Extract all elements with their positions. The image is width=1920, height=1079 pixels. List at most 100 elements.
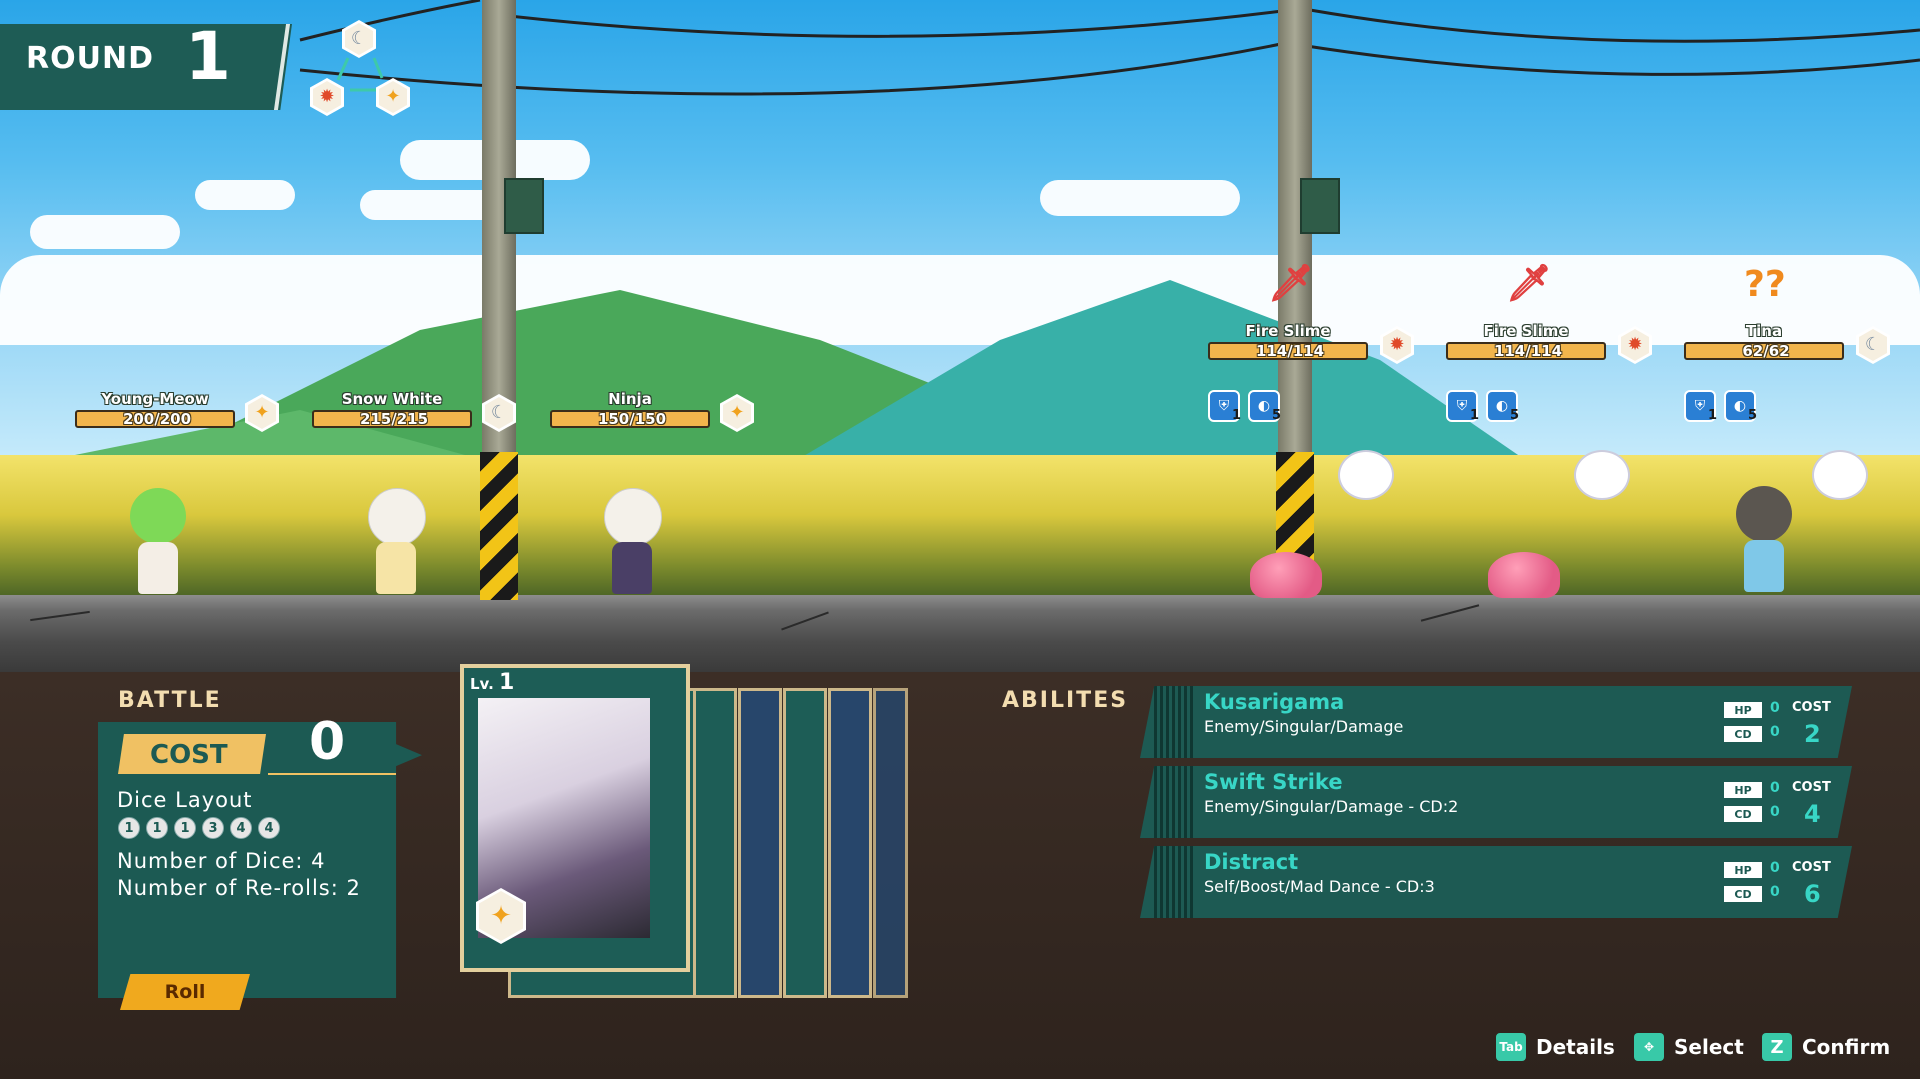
hint-label: Confirm [1802,1035,1891,1059]
cost-value: 6 [1804,880,1821,908]
hp-text: 150/150 [597,410,667,428]
hint-label: Details [1536,1035,1615,1059]
z-key-icon: Z [1762,1033,1792,1061]
cloud [1040,180,1240,216]
sword-icon: 🗡 [1506,263,1552,304]
enemy-sprite-fire-slime-2[interactable] [1488,552,1560,598]
cloud [360,190,500,220]
hint-select[interactable]: ✥ Select [1634,1033,1744,1061]
road [0,595,1920,672]
wheat-field [0,455,1920,605]
ability-kusarigama[interactable]: Kusarigama Enemy/Singular/Damage HP 0 CD… [1140,686,1852,758]
cost-label: COST [150,740,228,770]
hazard-stripes [480,452,518,600]
ability-description: Enemy/Singular/Damage - CD:2 [1204,797,1459,816]
die: 1 [146,817,168,839]
cd-value: 0 [1770,804,1780,820]
hp-value: 0 [1770,860,1780,876]
hp-bar: 200/200 [75,410,235,428]
ability-name: Distract [1204,850,1299,874]
ally-sprite-young-meow[interactable] [128,488,188,600]
tab-key-icon: Tab [1496,1033,1526,1061]
hp-tag: HP [1724,702,1762,718]
hp-value: 0 [1770,700,1780,716]
dice-layout: 1 1 1 3 4 4 [118,817,280,839]
sprite-head [604,488,662,546]
target-thought-bubble [1574,450,1630,500]
sun-icon: ✹ [1383,329,1411,361]
status-count: 5 [1510,408,1520,423]
level-value: 1 [499,670,515,695]
cost-label: COST [1792,780,1831,795]
card-level: Lv. 1 [470,670,514,695]
dpad-icon: ✥ [1634,1033,1664,1061]
card[interactable] [873,688,908,998]
enemy-status-fire-slime-1: 🗡 Fire Slime 114/114 ✹ ⛨ 1 ◐ 5 [1208,262,1428,423]
sprite-head [130,488,186,544]
shield-icon: ⛨ [1694,398,1706,414]
ability-pattern [1154,686,1194,758]
card[interactable] [693,688,737,998]
status-count: 1 [1470,408,1480,423]
cd-tag: CD [1724,806,1762,822]
round-label: ROUND [26,41,154,76]
ally-status-ninja: Ninja 150/150 ✦ [550,390,754,450]
hint-label: Select [1674,1035,1744,1059]
hazard-stripes [1276,452,1314,562]
guard-icon: ◐ [1733,398,1747,414]
status-count: 1 [1232,408,1242,423]
cost-label: COST [1792,860,1831,875]
unit-name: Fire Slime [1483,322,1569,340]
status-count: 5 [1748,408,1758,423]
cd-value: 0 [1770,884,1780,900]
star-icon: ✦ [248,397,276,429]
battle-scene: ROUND 1 ☾ ✹ ✦ Young-Meow 200/200 ✦ Snow … [0,0,1920,672]
round-number: 1 [185,18,231,95]
hp-bar: 62/62 [1684,342,1844,360]
element-badge: ☾ [1856,326,1890,364]
enemy-sprite-tina[interactable] [1730,486,1800,600]
hp-text: 114/114 [1255,342,1325,360]
die: 1 [118,817,140,839]
element-badge: ✹ [1380,326,1414,364]
pole-box [504,178,544,234]
cd-tag: CD [1724,886,1762,902]
target-thought-bubble [1812,450,1868,500]
status-count: 1 [1708,408,1718,423]
cost-value: 2 [1804,720,1821,748]
moon-icon: ☾ [1859,329,1887,361]
element-badge: ✦ [720,394,754,432]
hp-text: 62/62 [1742,342,1790,360]
cloud [195,180,295,210]
ally-sprite-snow-white[interactable] [362,488,432,600]
selected-character-card[interactable]: Lv. 1 ✦ [460,664,690,972]
shield-icon: ⛨ [1218,398,1230,414]
ally-sprite-ninja[interactable] [598,488,668,600]
question-icon: ?? [1744,264,1786,305]
ability-distract[interactable]: Distract Self/Boost/Mad Dance - CD:3 HP … [1140,846,1852,918]
hp-tag: HP [1724,782,1762,798]
roll-button[interactable]: Roll [120,974,250,1010]
dice-layout-label: Dice Layout [117,788,253,812]
cost-value: 4 [1804,800,1821,828]
hp-bar: 114/114 [1446,342,1606,360]
hp-value: 0 [1770,780,1780,796]
power-lines [299,0,1920,96]
unit-name: Ninja [608,390,652,408]
ability-swift-strike[interactable]: Swift Strike Enemy/Singular/Damage - CD:… [1140,766,1852,838]
element-badge: ☾ [482,394,516,432]
die: 1 [174,817,196,839]
enemy-status-tina: ?? Tina 62/62 ☾ ⛨ 1 ◐ 5 [1684,262,1904,423]
hp-bar: 114/114 [1208,342,1368,360]
number-of-dice: Number of Dice: 4 [117,849,326,873]
hint-details[interactable]: Tab Details [1496,1033,1615,1061]
enemy-sprite-fire-slime-1[interactable] [1250,552,1322,598]
card[interactable] [828,688,872,998]
unit-name: Young-Meow [101,390,209,408]
sword-icon: 🗡 [1268,263,1314,304]
hint-confirm[interactable]: Z Confirm [1762,1033,1890,1061]
sprite-body [138,542,178,594]
card[interactable] [738,688,782,998]
sprite-head [1736,486,1792,542]
card[interactable] [783,688,827,998]
